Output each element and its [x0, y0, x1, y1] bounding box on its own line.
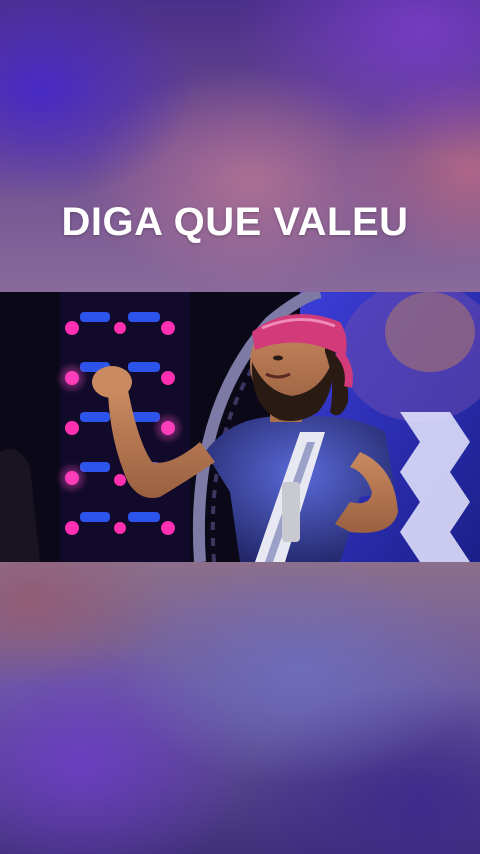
blurred-backdrop-top — [0, 0, 480, 292]
reel-screen: DIGA QUE VALEU — [0, 0, 480, 854]
performer-illustration — [0, 292, 480, 562]
video-frame[interactable] — [0, 292, 480, 562]
blurred-backdrop-bottom — [0, 562, 480, 854]
caption-title: DIGA QUE VALEU — [61, 200, 409, 244]
